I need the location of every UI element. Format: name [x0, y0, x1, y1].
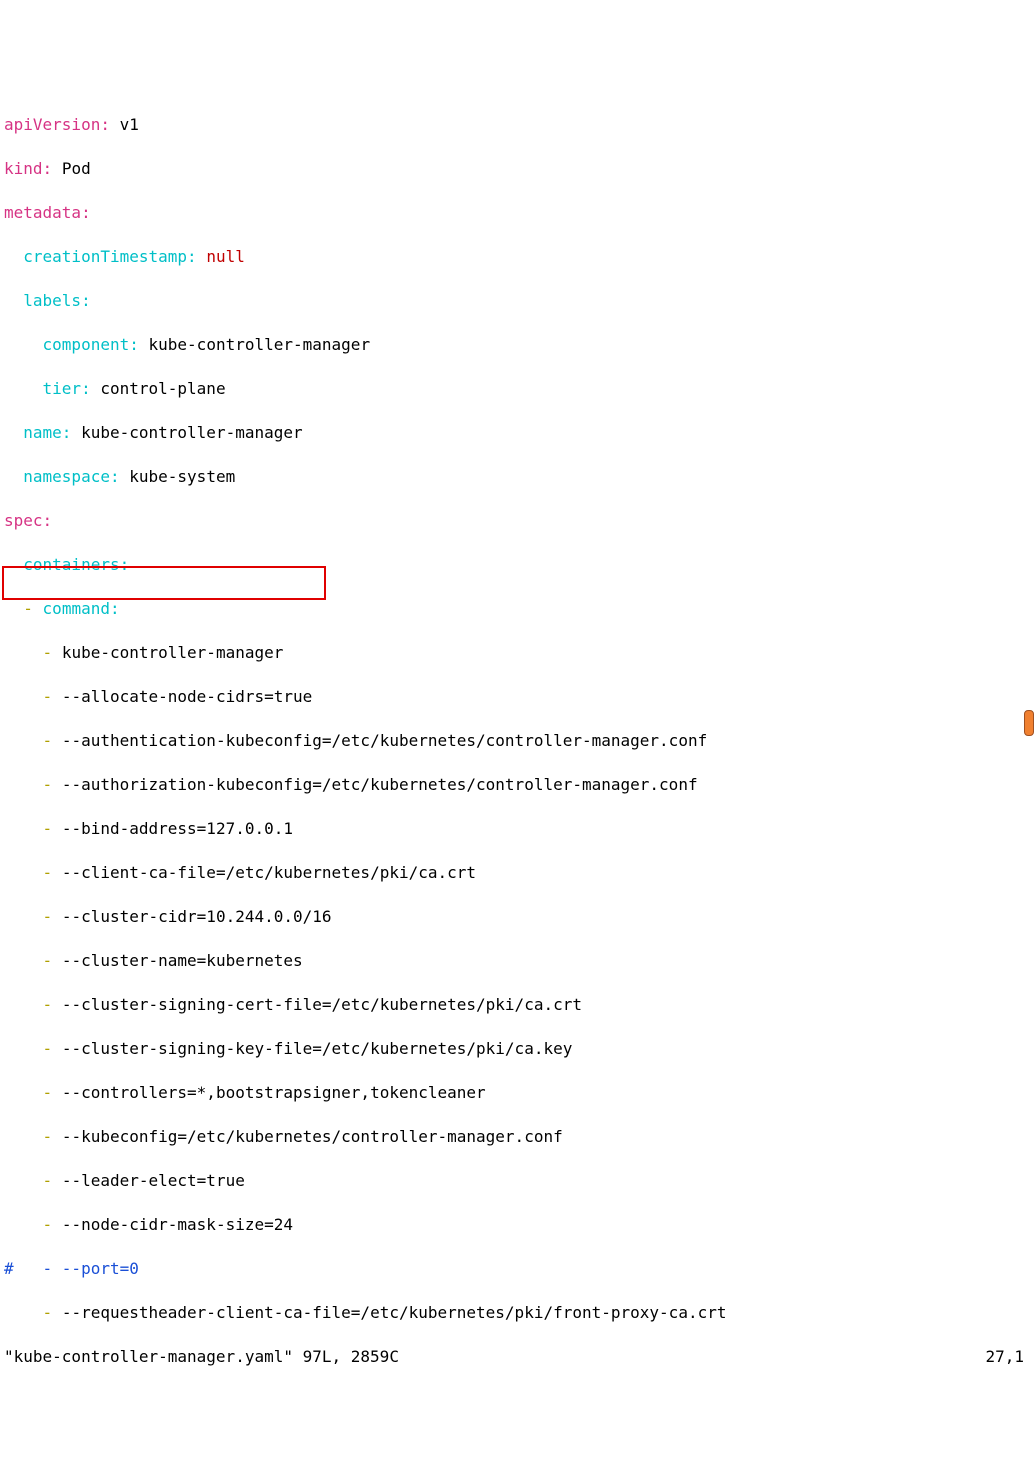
- yaml-line: containers:: [4, 554, 1032, 576]
- editor-content[interactable]: apiVersion: v1 kind: Pod metadata: creat…: [4, 92, 1032, 1390]
- yaml-line: component: kube-controller-manager: [4, 334, 1032, 356]
- yaml-line: apiVersion: v1: [4, 114, 1032, 136]
- yaml-line: - --cluster-name=kubernetes: [4, 950, 1032, 972]
- yaml-line: - --allocate-node-cidrs=true: [4, 686, 1032, 708]
- yaml-line: spec:: [4, 510, 1032, 532]
- status-cursor-pos: 27,1: [985, 1346, 1024, 1368]
- yaml-line: - --cluster-signing-cert-file=/etc/kuber…: [4, 994, 1032, 1016]
- yaml-line: - --authorization-kubeconfig=/etc/kubern…: [4, 774, 1032, 796]
- yaml-line: - --controllers=*,bootstrapsigner,tokenc…: [4, 1082, 1032, 1104]
- yaml-line: - --node-cidr-mask-size=24: [4, 1214, 1032, 1236]
- status-file-info: "kube-controller-manager.yaml" 97L, 2859…: [4, 1346, 399, 1368]
- yaml-commented-line: # - --port=0: [4, 1258, 1032, 1280]
- yaml-line: kind: Pod: [4, 158, 1032, 180]
- yaml-line: - --client-ca-file=/etc/kubernetes/pki/c…: [4, 862, 1032, 884]
- scrollbar-thumb[interactable]: [1024, 710, 1034, 736]
- yaml-line: - --authentication-kubeconfig=/etc/kuber…: [4, 730, 1032, 752]
- vim-status-bar: "kube-controller-manager.yaml" 97L, 2859…: [4, 1346, 1024, 1368]
- yaml-line: tier: control-plane: [4, 378, 1032, 400]
- yaml-line: - --leader-elect=true: [4, 1170, 1032, 1192]
- yaml-line: - --bind-address=127.0.0.1: [4, 818, 1032, 840]
- yaml-line: creationTimestamp: null: [4, 246, 1032, 268]
- yaml-line: - command:: [4, 598, 1032, 620]
- yaml-line: - kube-controller-manager: [4, 642, 1032, 664]
- yaml-line: metadata:: [4, 202, 1032, 224]
- yaml-line: - --kubeconfig=/etc/kubernetes/controlle…: [4, 1126, 1032, 1148]
- yaml-line: - --requestheader-client-ca-file=/etc/ku…: [4, 1302, 1032, 1324]
- yaml-line: namespace: kube-system: [4, 466, 1032, 488]
- yaml-line: name: kube-controller-manager: [4, 422, 1032, 444]
- yaml-line: - --cluster-cidr=10.244.0.0/16: [4, 906, 1032, 928]
- yaml-line: - --cluster-signing-key-file=/etc/kubern…: [4, 1038, 1032, 1060]
- yaml-line: labels:: [4, 290, 1032, 312]
